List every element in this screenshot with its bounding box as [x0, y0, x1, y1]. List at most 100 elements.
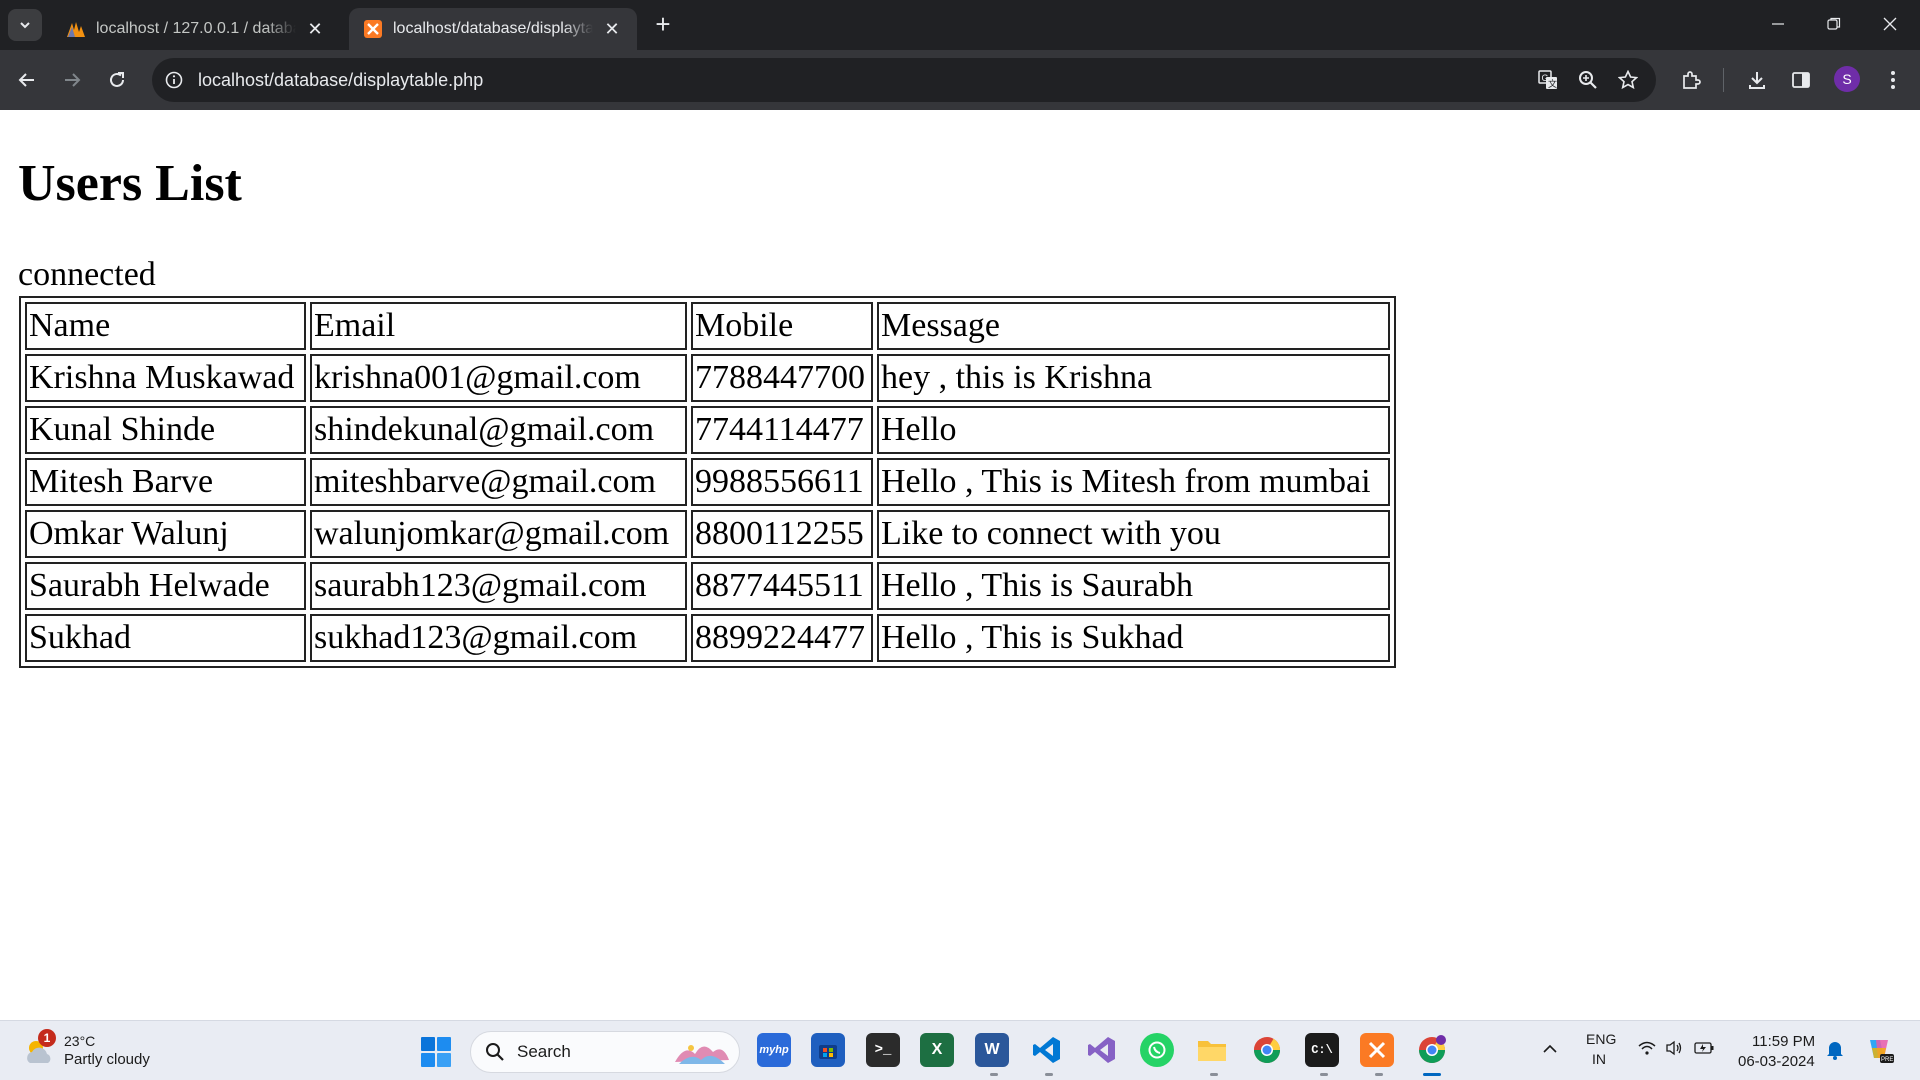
bookmark-star-icon[interactable] — [1616, 68, 1640, 92]
taskbar-app-excel[interactable]: X — [920, 1033, 954, 1067]
clock-time[interactable]: 11:59 PM — [1752, 1033, 1815, 1050]
taskbar-app-store[interactable] — [811, 1033, 845, 1067]
volume-icon[interactable] — [1665, 1040, 1683, 1059]
tab-strip: localhost / 127.0.0.1 / database ✕ local… — [0, 0, 1920, 50]
page-title: Users List — [18, 155, 242, 212]
translate-icon[interactable]: G文 — [1536, 68, 1560, 92]
side-panel-icon — [1792, 72, 1810, 88]
tab-title: localhost / 127.0.0.1 / database — [96, 20, 296, 37]
taskbar-search[interactable]: Search — [470, 1031, 740, 1073]
taskbar-app-chrome[interactable] — [1250, 1033, 1284, 1067]
excel-icon: X — [931, 1041, 943, 1058]
taskbar-app-word[interactable]: W — [975, 1033, 1009, 1067]
header-email: Email — [310, 302, 687, 350]
table-row: Omkar Walunj walunjomkar@gmail.com 88001… — [25, 510, 1390, 558]
taskbar: 1 23°C Partly cloudy Search myhp >_ X W … — [0, 1020, 1920, 1080]
chrome-icon — [1418, 1035, 1446, 1064]
tab-title: localhost/database/displaytable.php — [393, 20, 593, 37]
header-mobile: Mobile — [691, 302, 873, 350]
running-indicator — [1320, 1073, 1328, 1076]
tab-displaytable[interactable]: localhost/database/displaytable.php ✕ — [349, 8, 637, 50]
visual-studio-icon — [1088, 1037, 1115, 1063]
taskbar-app-whatsapp[interactable] — [1140, 1033, 1174, 1067]
start-button[interactable] — [420, 1036, 452, 1068]
notification-bell-icon[interactable] — [1826, 1040, 1844, 1063]
language-line1[interactable]: ENG — [1586, 1031, 1616, 1047]
close-window-button[interactable] — [1862, 0, 1918, 48]
copilot-icon[interactable]: PRE — [1864, 1034, 1894, 1067]
zoom-icon[interactable] — [1576, 68, 1600, 92]
page-content: Users List connected Name Email Mobile M… — [0, 110, 1920, 1020]
restore-button[interactable] — [1806, 0, 1862, 48]
word-icon: W — [984, 1041, 1000, 1058]
new-tab-button[interactable]: + — [648, 10, 678, 40]
address-url: localhost/database/displaytable.php — [198, 69, 484, 90]
menu-button[interactable] — [1875, 62, 1911, 98]
cell-mobile: 8800112255 — [691, 510, 873, 558]
language-line2[interactable]: IN — [1592, 1051, 1606, 1067]
forward-button[interactable] — [54, 62, 90, 98]
download-icon — [1749, 72, 1765, 89]
close-icon[interactable]: ✕ — [304, 18, 326, 40]
tray-overflow-button[interactable] — [1543, 1041, 1557, 1057]
cell-email: sukhad123@gmail.com — [310, 614, 687, 662]
svg-text:PRE: PRE — [1881, 1057, 1893, 1063]
side-panel-button[interactable] — [1783, 62, 1819, 98]
cell-message: hey , this is Krishna — [877, 354, 1390, 402]
cell-email: saurabh123@gmail.com — [310, 562, 687, 610]
table-row: Mitesh Barve miteshbarve@gmail.com 99885… — [25, 458, 1390, 506]
cell-mobile: 8899224477 — [691, 614, 873, 662]
puzzle-icon — [1683, 71, 1701, 89]
reload-button[interactable] — [99, 62, 135, 98]
taskbar-app-terminal[interactable]: >_ — [866, 1033, 900, 1067]
folder-icon — [1198, 1041, 1226, 1061]
address-bar[interactable]: localhost/database/displaytable.php G文 — [152, 58, 1656, 102]
taskbar-app-file-explorer[interactable] — [1195, 1033, 1229, 1067]
cell-mobile: 7744114477 — [691, 406, 873, 454]
taskbar-app-xampp[interactable] — [1360, 1033, 1394, 1067]
clock-date[interactable]: 06-03-2024 — [1738, 1053, 1815, 1070]
search-highlight-icon — [675, 1045, 729, 1064]
taskbar-app-myhp[interactable]: myhp — [757, 1033, 791, 1067]
cell-message: Like to connect with you — [877, 510, 1390, 558]
taskbar-app-chrome-profile[interactable] — [1415, 1033, 1449, 1067]
cell-email: krishna001@gmail.com — [310, 354, 687, 402]
battery-icon[interactable] — [1694, 1041, 1714, 1058]
arrow-left-icon — [18, 73, 34, 87]
restore-icon — [1827, 17, 1841, 30]
tab-search-button[interactable] — [8, 9, 42, 41]
downloads-button[interactable] — [1739, 62, 1775, 98]
cell-email: miteshbarve@gmail.com — [310, 458, 687, 506]
cell-message: Hello , This is Mitesh from mumbai — [877, 458, 1390, 506]
cell-name: Omkar Walunj — [25, 510, 306, 558]
taskbar-app-cmd[interactable]: C:\ — [1305, 1033, 1339, 1067]
cell-message: Hello — [877, 406, 1390, 454]
chevron-down-icon — [20, 22, 30, 29]
weather-temp: 23°C — [64, 1033, 96, 1049]
weather-widget[interactable]: 1 23°C Partly cloudy — [22, 1029, 202, 1071]
site-info-icon[interactable] — [162, 68, 186, 92]
notification-badge: 1 — [38, 1029, 56, 1047]
minimize-button[interactable] — [1750, 0, 1806, 48]
profile-avatar[interactable]: S — [1834, 66, 1860, 92]
cell-name: Saurabh Helwade — [25, 562, 306, 610]
running-indicator — [990, 1073, 998, 1076]
xampp-icon — [363, 19, 383, 39]
tab-phpmyadmin[interactable]: localhost / 127.0.0.1 / database ✕ — [52, 8, 340, 50]
connection-status: connected — [18, 256, 156, 293]
taskbar-app-vscode[interactable] — [1030, 1033, 1064, 1067]
wifi-icon[interactable] — [1638, 1041, 1656, 1058]
cell-email: walunjomkar@gmail.com — [310, 510, 687, 558]
cell-name: Mitesh Barve — [25, 458, 306, 506]
back-button[interactable] — [9, 62, 45, 98]
cmd-icon: C:\ — [1311, 1043, 1333, 1057]
extensions-button[interactable] — [1673, 62, 1709, 98]
cell-message: Hello , This is Sukhad — [877, 614, 1390, 662]
close-icon[interactable]: ✕ — [601, 18, 623, 40]
table-row: Krishna Muskawad krishna001@gmail.com 77… — [25, 354, 1390, 402]
taskbar-app-visual-studio[interactable] — [1085, 1033, 1119, 1067]
running-indicator — [1045, 1073, 1053, 1076]
browser-toolbar: localhost/database/displaytable.php G文 — [0, 50, 1920, 110]
users-table: Name Email Mobile Message Krishna Muskaw… — [19, 296, 1396, 668]
windows-icon — [421, 1037, 451, 1067]
